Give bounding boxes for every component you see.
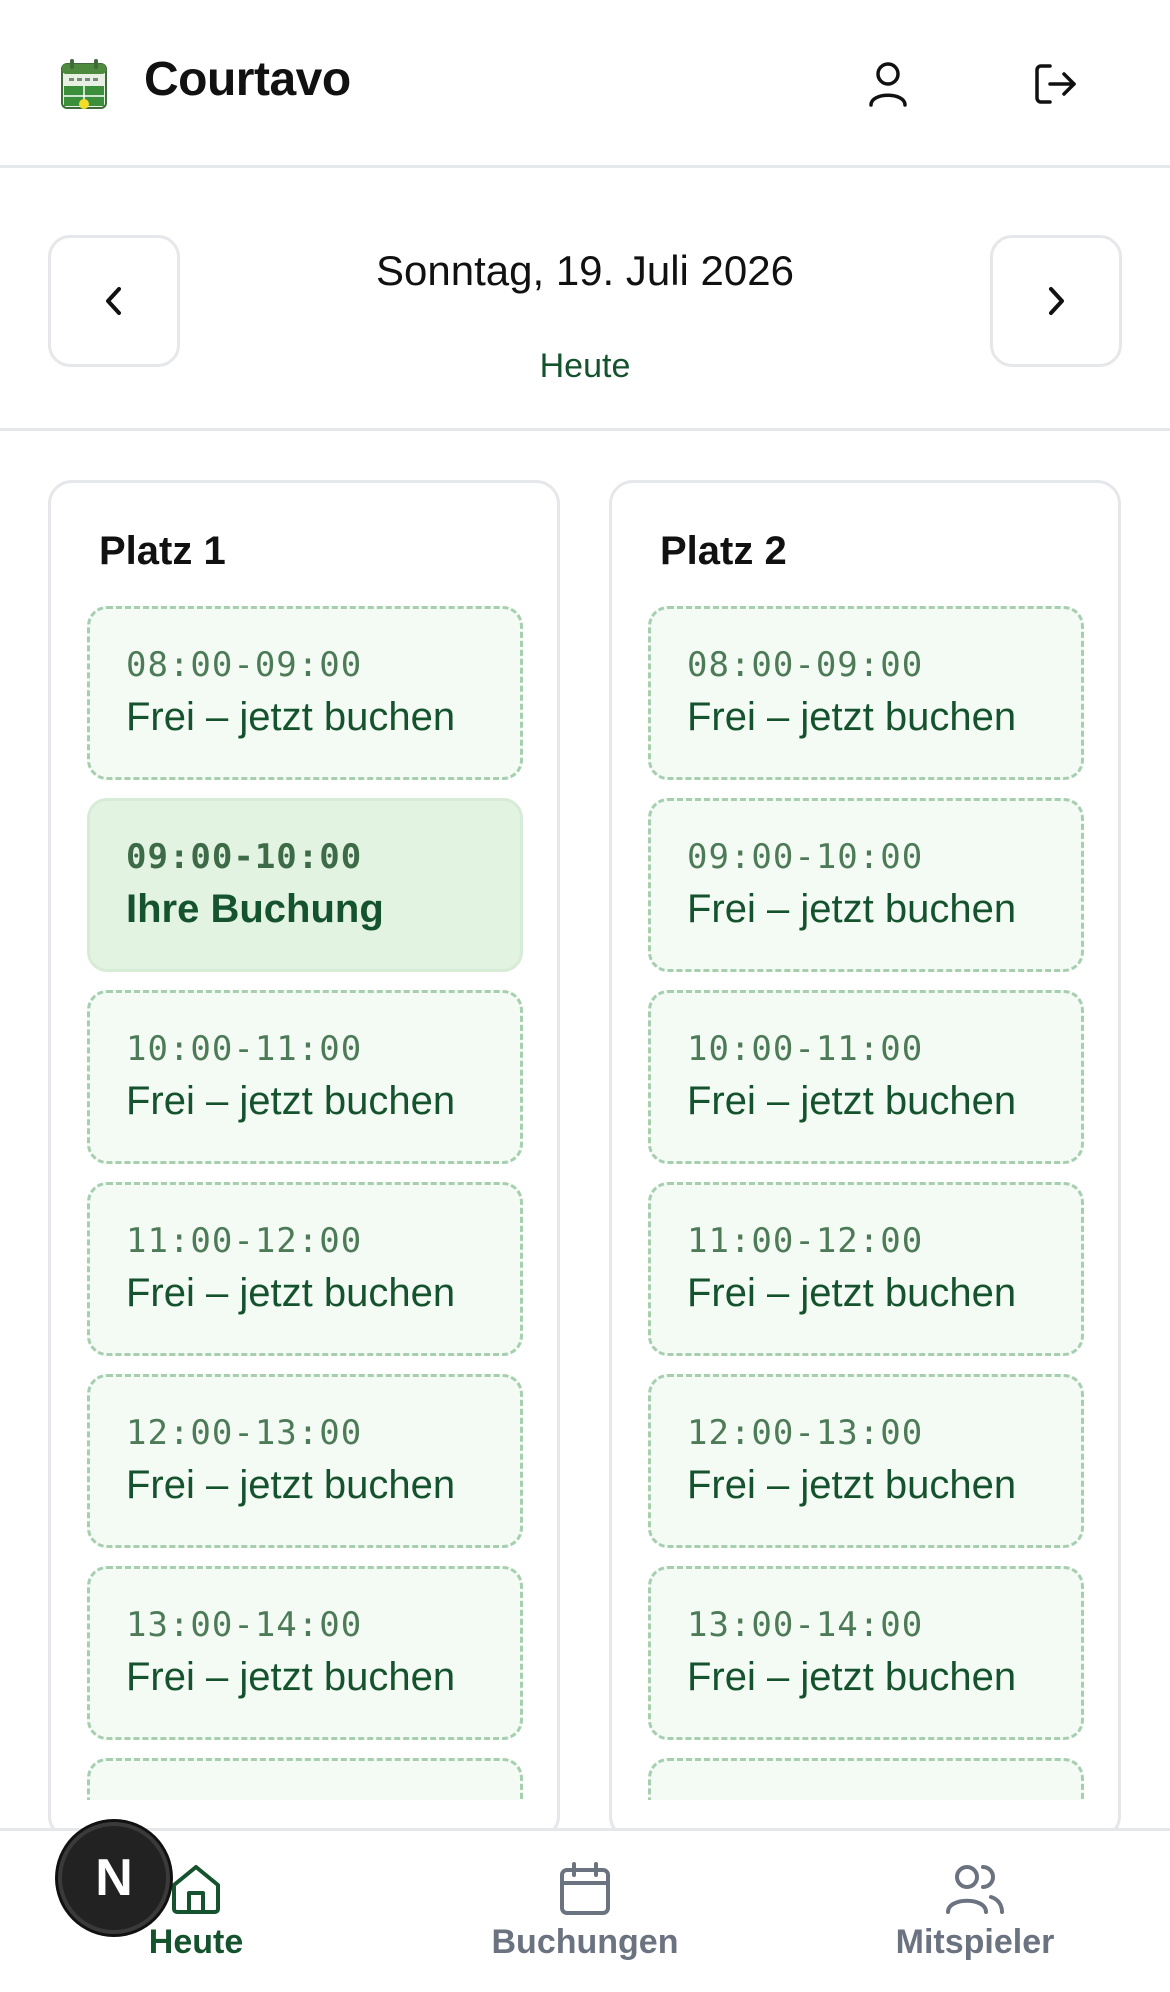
court-column-1: Platz 1 08:00-09:00 Frei – jetzt buchen 0…: [48, 480, 560, 1840]
app-title: Courtavo: [144, 53, 351, 106]
users-icon: [946, 1865, 1004, 1914]
chevron-right-icon: [1049, 287, 1064, 315]
court-title: Platz 1: [99, 529, 226, 573]
court-calendar-logo-icon: [60, 56, 108, 112]
slot-list[interactable]: 08:00-09:00 Frei – jetzt buchen 09:00-10:…: [87, 606, 523, 1800]
slot-time: 08:00-09:00: [687, 645, 924, 685]
slot-status: Frei – jetzt buchen: [687, 1463, 1017, 1507]
slot-time: 12:00-13:00: [126, 1413, 363, 1453]
slot-status: Ihre Buchung: [126, 887, 384, 931]
slot-time: 11:00-12:00: [687, 1221, 924, 1261]
time-slot[interactable]: 13:00-14:00 Frei – jetzt buchen: [87, 1566, 523, 1740]
user-icon: [869, 62, 907, 107]
time-slot-partial[interactable]: [648, 1758, 1084, 1800]
time-slot[interactable]: 10:00-11:00 Frei – jetzt buchen: [648, 990, 1084, 1164]
slot-status: Frei – jetzt buchen: [687, 1271, 1017, 1315]
time-slot[interactable]: 08:00-09:00 Frei – jetzt buchen: [648, 606, 1084, 780]
tab-buchungen[interactable]: Buchungen: [455, 1861, 715, 1981]
slot-time: 09:00-10:00: [687, 837, 924, 877]
slot-status: Frei – jetzt buchen: [687, 695, 1017, 739]
profile-button[interactable]: [856, 52, 920, 116]
slot-time: 13:00-14:00: [687, 1605, 924, 1645]
slot-time: 10:00-11:00: [126, 1029, 363, 1069]
slot-time: 12:00-13:00: [687, 1413, 924, 1453]
slot-time: 10:00-11:00: [687, 1029, 924, 1069]
calendar-icon: [560, 1862, 610, 1915]
slot-status: Frei – jetzt buchen: [126, 1463, 456, 1507]
home-icon: [172, 1865, 220, 1914]
tab-mitspieler[interactable]: Mitspieler: [845, 1861, 1105, 1981]
time-slot-partial[interactable]: [87, 1758, 523, 1800]
slot-status: Frei – jetzt buchen: [126, 695, 456, 739]
time-slot[interactable]: 10:00-11:00 Frei – jetzt buchen: [87, 990, 523, 1164]
slot-time: 08:00-09:00: [126, 645, 363, 685]
time-slot[interactable]: 13:00-14:00 Frei – jetzt buchen: [648, 1566, 1084, 1740]
court-column-2: Platz 2 08:00-09:00 Frei – jetzt buchen 0…: [609, 480, 1121, 1840]
tab-label: Mitspieler: [895, 1923, 1055, 1961]
court-title: Platz 2: [660, 529, 787, 573]
bottom-navigation: Heute Buchungen Mitspieler: [0, 1828, 1170, 1992]
time-slot[interactable]: 11:00-12:00 Frei – jetzt buchen: [648, 1182, 1084, 1356]
next-day-button[interactable]: [990, 235, 1122, 367]
dev-tools-badge[interactable]: N: [58, 1822, 170, 1934]
time-slot[interactable]: 11:00-12:00 Frei – jetzt buchen: [87, 1182, 523, 1356]
slot-status: Frei – jetzt buchen: [126, 1655, 456, 1699]
date-navigation: Sonntag, 19. Juli 2026 Heute: [0, 171, 1170, 431]
app-header: Courtavo: [0, 0, 1170, 168]
slot-time: 11:00-12:00: [126, 1221, 363, 1261]
tab-label: Buchungen: [491, 1923, 679, 1961]
time-slot[interactable]: 12:00-13:00 Frei – jetzt buchen: [648, 1374, 1084, 1548]
time-slot[interactable]: 08:00-09:00 Frei – jetzt buchen: [87, 606, 523, 780]
slot-status: Frei – jetzt buchen: [126, 1079, 456, 1123]
slot-time: 09:00-10:00: [126, 837, 363, 877]
slot-status: Frei – jetzt buchen: [687, 1079, 1017, 1123]
slot-time: 13:00-14:00: [126, 1605, 363, 1645]
time-slot-booked[interactable]: 09:00-10:00 Ihre Buchung: [87, 798, 523, 972]
slot-status: Frei – jetzt buchen: [687, 887, 1017, 931]
time-slot[interactable]: 12:00-13:00 Frei – jetzt buchen: [87, 1374, 523, 1548]
slot-status: Frei – jetzt buchen: [126, 1271, 456, 1315]
time-slot[interactable]: 09:00-10:00 Frei – jetzt buchen: [648, 798, 1084, 972]
logout-icon: [1035, 64, 1076, 104]
slot-list[interactable]: 08:00-09:00 Frei – jetzt buchen 09:00-10:…: [648, 606, 1084, 1800]
slot-status: Frei – jetzt buchen: [687, 1655, 1017, 1699]
logout-button[interactable]: [1024, 52, 1088, 116]
